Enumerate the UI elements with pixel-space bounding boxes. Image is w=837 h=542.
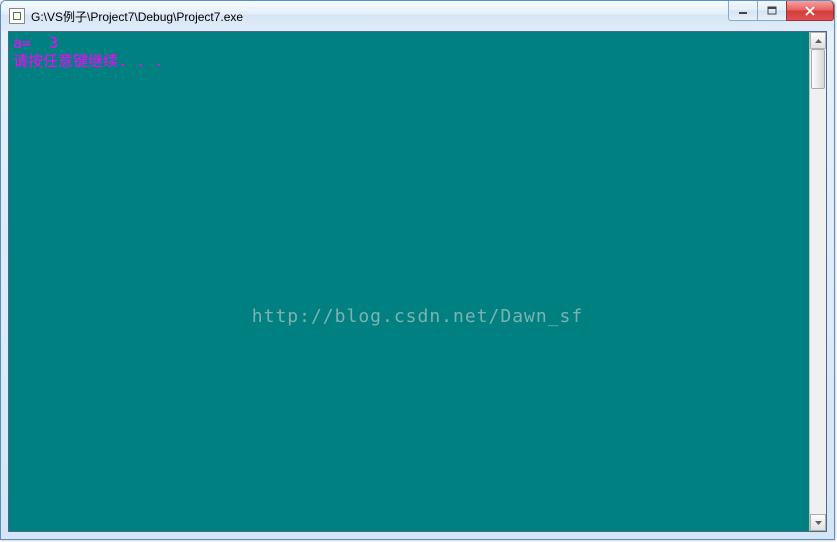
scroll-thumb[interactable] bbox=[811, 49, 825, 89]
minimize-icon bbox=[738, 6, 748, 16]
titlebar[interactable]: G:\VS例子\Project7\Debug\Project7.exe bbox=[1, 1, 834, 31]
maximize-button[interactable] bbox=[757, 1, 787, 21]
vertical-scrollbar[interactable] bbox=[809, 32, 826, 531]
output-line: a= 3 bbox=[13, 34, 805, 52]
client-area: a= 3请按任意键继续. . . http://blog.csdn.net/Da… bbox=[8, 31, 827, 532]
window-controls bbox=[729, 1, 834, 21]
console-output: a= 3请按任意键继续. . . bbox=[9, 32, 809, 531]
maximize-icon bbox=[767, 6, 777, 16]
close-icon bbox=[804, 6, 816, 16]
scroll-up-button[interactable] bbox=[810, 32, 826, 49]
chevron-up-icon bbox=[815, 39, 822, 43]
close-button[interactable] bbox=[786, 1, 834, 21]
minimize-button[interactable] bbox=[728, 1, 758, 21]
output-line: 请按任意键继续. . . bbox=[13, 52, 805, 70]
window-title: G:\VS例子\Project7\Debug\Project7.exe bbox=[31, 8, 834, 25]
app-icon bbox=[9, 8, 25, 24]
scroll-track[interactable] bbox=[810, 49, 826, 514]
app-window: G:\VS例子\Project7\Debug\Project7.exe a= 3… bbox=[0, 0, 835, 540]
scroll-down-button[interactable] bbox=[810, 514, 826, 531]
chevron-down-icon bbox=[815, 521, 822, 525]
